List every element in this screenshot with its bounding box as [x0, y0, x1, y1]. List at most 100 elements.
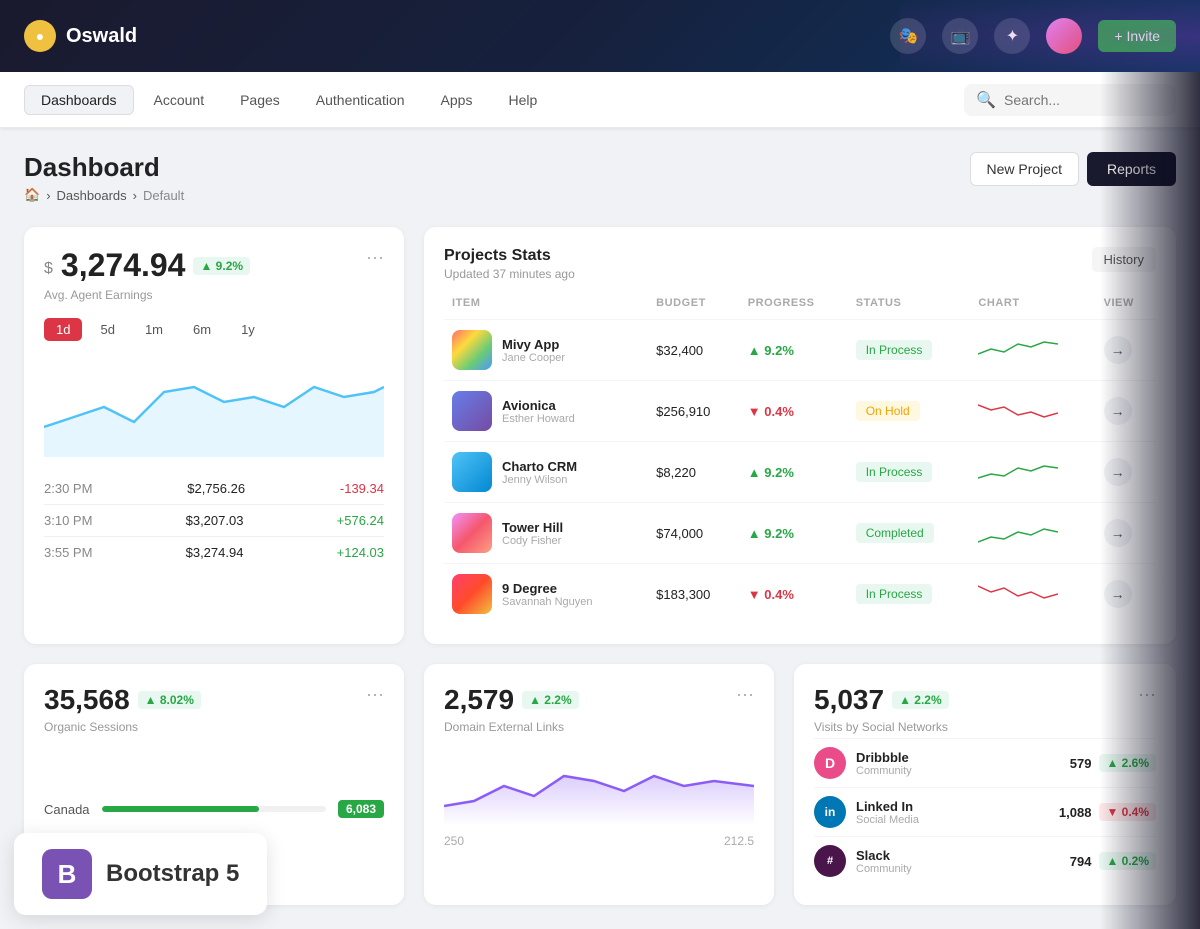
breadcrumb-dashboards[interactable]: Dashboards [57, 188, 127, 203]
domain-amount: 2,579 [444, 684, 514, 716]
table-row: Tower Hill Cody Fisher $74,000 ▲ 9.2% Co… [444, 503, 1156, 564]
domain-label: Domain External Links [444, 720, 579, 734]
new-project-button[interactable]: New Project [970, 152, 1079, 186]
slack-icon: # [814, 845, 846, 877]
proj-item-charto: Charto CRM Jenny Wilson [452, 452, 640, 492]
earnings-label: Avg. Agent Earnings [44, 288, 250, 302]
projects-subtitle: Updated 37 minutes ago [444, 267, 575, 281]
table-row: Charto CRM Jenny Wilson $8,220 ▲ 9.2% In… [444, 442, 1156, 503]
mask-icon[interactable]: 🎭 [890, 18, 926, 54]
linkedin-icon: in [814, 796, 846, 828]
country-bar-fill [102, 806, 259, 812]
proj-view-4[interactable]: → [1104, 519, 1132, 547]
proj-chart-4 [978, 517, 1058, 547]
domain-more-dots[interactable]: ··· [736, 684, 754, 705]
country-bar-wrap [102, 806, 326, 812]
er-time-3: 3:55 PM [44, 545, 92, 560]
soc-type-dribbble: Community [856, 765, 912, 777]
earnings-card: $ 3,274.94 ▲ 9.2% Avg. Agent Earnings ··… [24, 227, 404, 644]
earnings-rows: 2:30 PM $2,756.26 -139.34 3:10 PM $3,207… [44, 473, 384, 568]
col-view: VIEW [1096, 297, 1156, 320]
country-section: Canada 6,083 [44, 794, 384, 824]
proj-budget-4: $74,000 [648, 503, 740, 564]
proj-view-2[interactable]: → [1104, 397, 1132, 425]
er-time-2: 3:10 PM [44, 513, 92, 528]
proj-owner-9degree: Savannah Nguyen [502, 596, 593, 608]
proj-view-1[interactable]: → [1104, 336, 1132, 364]
proj-progress-4: ▲ 9.2% [748, 526, 794, 541]
earnings-chart [44, 357, 384, 457]
proj-chart-1 [978, 334, 1058, 364]
er-change-2: +576.24 [337, 513, 384, 528]
social-title-area: 5,037 ▲ 2.2% Visits by Social Networks [814, 684, 949, 734]
proj-budget-2: $256,910 [648, 381, 740, 442]
proj-name-mivy: Mivy App [502, 337, 565, 352]
nav-item-authentication[interactable]: Authentication [300, 86, 421, 114]
social-row-linkedin: in Linked In Social Media 1,088 ▼ 0.4% [814, 787, 1156, 836]
projects-table: ITEM BUDGET PROGRESS STATUS CHART VIEW [444, 297, 1156, 624]
col-budget: BUDGET [648, 297, 740, 320]
logo-area: ● Oswald [24, 20, 137, 52]
search-input[interactable] [1004, 92, 1164, 108]
filter-1m[interactable]: 1m [133, 318, 175, 341]
invite-label: + Invite [1114, 28, 1160, 44]
table-row: Mivy App Jane Cooper $32,400 ▲ 9.2% In P… [444, 320, 1156, 381]
proj-view-3[interactable]: → [1104, 458, 1132, 486]
table-row: 9 Degree Savannah Nguyen $183,300 ▼ 0.4%… [444, 564, 1156, 625]
history-button[interactable]: History [1092, 247, 1156, 272]
avatar[interactable] [1046, 18, 1082, 54]
proj-item-avionica: Avionica Esther Howard [452, 391, 640, 431]
soc-val-linkedin: 1,088 [1059, 805, 1092, 820]
er-amount-2: $3,207.03 [186, 513, 244, 528]
page-header: Dashboard 🏠 › Dashboards › Default New P… [24, 152, 1176, 203]
proj-view-5[interactable]: → [1104, 580, 1132, 608]
nav-item-dashboards[interactable]: Dashboards [24, 85, 134, 115]
proj-owner-charto: Jenny Wilson [502, 474, 577, 486]
nav-item-apps[interactable]: Apps [425, 86, 489, 114]
proj-thumb-avionica [452, 391, 492, 431]
breadcrumb-home-icon: 🏠 [24, 187, 40, 203]
filter-6m[interactable]: 6m [181, 318, 223, 341]
filter-1d[interactable]: 1d [44, 318, 82, 341]
share-icon[interactable]: ✦ [994, 18, 1030, 54]
nav-items: Dashboards Account Pages Authentication … [24, 85, 964, 115]
proj-thumb-mivy [452, 330, 492, 370]
earnings-more-dots[interactable]: ··· [366, 247, 384, 268]
social-networks-card: 5,037 ▲ 2.2% Visits by Social Networks ·… [794, 664, 1176, 905]
proj-progress-5: ▼ 0.4% [748, 587, 794, 602]
social-row-slack: # Slack Community 794 ▲ 0.2% [814, 836, 1156, 885]
organic-more-dots[interactable]: ··· [366, 684, 384, 705]
soc-left-slack: # Slack Community [814, 845, 912, 877]
screen-icon[interactable]: 📺 [942, 18, 978, 54]
logo-icon: ● [24, 20, 56, 52]
proj-status-4: Completed [856, 523, 934, 543]
soc-right-linkedin: 1,088 ▼ 0.4% [1059, 803, 1156, 821]
nav-item-account[interactable]: Account [138, 86, 221, 114]
page-title: Dashboard [24, 152, 184, 183]
nav-item-help[interactable]: Help [492, 86, 553, 114]
invite-button[interactable]: + Invite [1098, 20, 1176, 52]
secondary-nav: Dashboards Account Pages Authentication … [0, 72, 1200, 128]
soc-right-dribbble: 579 ▲ 2.6% [1070, 754, 1156, 772]
social-more-dots[interactable]: ··· [1138, 684, 1156, 705]
soc-change-linkedin: ▼ 0.4% [1099, 803, 1156, 821]
social-badge: ▲ 2.2% [892, 691, 949, 709]
proj-progress-3: ▲ 9.2% [748, 465, 794, 480]
proj-name-tower: Tower Hill [502, 520, 563, 535]
breadcrumb: 🏠 › Dashboards › Default [24, 187, 184, 203]
bottom-cards-row: 35,568 ▲ 8.02% Organic Sessions ··· Cana… [24, 664, 1176, 905]
country-row-canada: Canada 6,083 [44, 794, 384, 824]
proj-progress-1: ▲ 9.2% [748, 343, 794, 358]
social-rows: D Dribbble Community 579 ▲ 2.6% in [814, 738, 1156, 885]
proj-budget-1: $32,400 [648, 320, 740, 381]
reports-button[interactable]: Reports [1087, 152, 1176, 186]
proj-status-1: In Process [856, 340, 933, 360]
filter-5d[interactable]: 5d [88, 318, 126, 341]
organic-label: Organic Sessions [44, 720, 201, 734]
filter-1y[interactable]: 1y [229, 318, 267, 341]
topbar-right: 🎭 📺 ✦ + Invite [890, 18, 1176, 54]
proj-owner-mivy: Jane Cooper [502, 352, 565, 364]
proj-owner-avionica: Esther Howard [502, 413, 575, 425]
nav-item-pages[interactable]: Pages [224, 86, 296, 114]
soc-change-slack: ▲ 0.2% [1099, 852, 1156, 870]
